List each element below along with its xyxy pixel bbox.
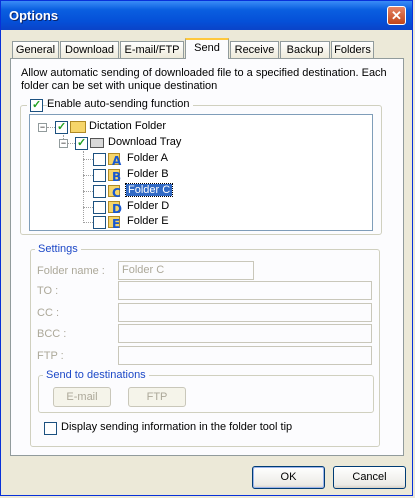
folder-e-letter: E — [112, 217, 121, 231]
folder-name-label: Folder name : — [37, 265, 105, 277]
dictation-folder-label[interactable]: Dictation Folder — [89, 120, 166, 132]
settings-group-title: Settings — [35, 243, 81, 255]
send-to-destinations-title: Send to destinations — [43, 369, 149, 381]
download-tray-checkbox[interactable] — [75, 136, 88, 150]
cc-label: CC : — [37, 307, 59, 319]
folder-c-letter: C — [112, 186, 121, 200]
tab-email-ftp[interactable]: E-mail/FTP — [120, 41, 184, 59]
folder-d-label[interactable]: Folder D — [126, 200, 170, 212]
description-text: Allow automatic sending of downloaded fi… — [21, 67, 387, 92]
ftp-field[interactable] — [118, 346, 372, 365]
folder-name-field: Folder C — [118, 261, 254, 280]
tooltip-info-checkbox[interactable] — [44, 422, 57, 435]
bcc-label: BCC : — [37, 328, 67, 340]
title-bar[interactable]: Options ✕ — [1, 1, 412, 30]
tab-folders[interactable]: Folders — [331, 41, 374, 59]
tab-backup[interactable]: Backup — [280, 41, 330, 59]
enable-auto-sending[interactable]: Enable auto-sending function — [27, 98, 193, 112]
ftp-label: FTP : — [37, 350, 64, 362]
download-tray-label[interactable]: Download Tray — [108, 136, 181, 148]
ftp-button[interactable]: FTP — [128, 387, 186, 407]
tab-receive[interactable]: Receive — [230, 41, 279, 59]
tooltip-info-label[interactable]: Display sending information in the folde… — [61, 421, 292, 433]
tab-general[interactable]: General — [12, 41, 59, 59]
window-title: Options — [9, 8, 59, 23]
folder-d-checkbox[interactable] — [93, 201, 106, 214]
to-label: TO : — [37, 285, 59, 297]
folder-c-label[interactable]: Folder C — [124, 183, 174, 197]
ok-button[interactable]: OK — [252, 466, 325, 489]
folder-a-checkbox[interactable] — [93, 153, 106, 166]
email-button[interactable]: E-mail — [53, 387, 111, 407]
folder-b-letter: B — [112, 170, 122, 184]
folder-e-checkbox[interactable] — [93, 216, 106, 229]
bcc-field[interactable] — [118, 324, 372, 343]
folder-a-letter: A — [112, 154, 122, 168]
folder-e-label[interactable]: Folder E — [126, 215, 170, 227]
tab-send[interactable]: Send — [185, 38, 229, 59]
enable-auto-sending-checkbox[interactable] — [30, 98, 43, 112]
tab-download[interactable]: Download — [60, 41, 119, 59]
collapse-download-tray-icon[interactable]: − — [59, 139, 68, 148]
folder-tree[interactable]: − Dictation Folder − Download Tray A Fol… — [29, 114, 373, 231]
dictation-folder-checkbox[interactable] — [55, 120, 68, 134]
to-field[interactable] — [118, 281, 372, 300]
collapse-dictation-folder-icon[interactable]: − — [38, 123, 47, 132]
cancel-button[interactable]: Cancel — [333, 466, 406, 489]
close-button[interactable]: ✕ — [387, 6, 406, 25]
options-dialog: Options ✕ General Download E-mail/FTP Se… — [0, 0, 413, 496]
folder-a-label[interactable]: Folder A — [126, 152, 169, 164]
folder-c-checkbox[interactable] — [93, 185, 106, 198]
cc-field[interactable] — [118, 303, 372, 322]
download-tray-icon — [90, 138, 104, 148]
folder-d-letter: D — [112, 202, 122, 216]
folder-b-label[interactable]: Folder B — [126, 168, 170, 180]
folder-b-checkbox[interactable] — [93, 169, 106, 182]
dictation-folder-icon — [70, 121, 86, 133]
enable-auto-sending-label: Enable auto-sending function — [47, 98, 193, 110]
